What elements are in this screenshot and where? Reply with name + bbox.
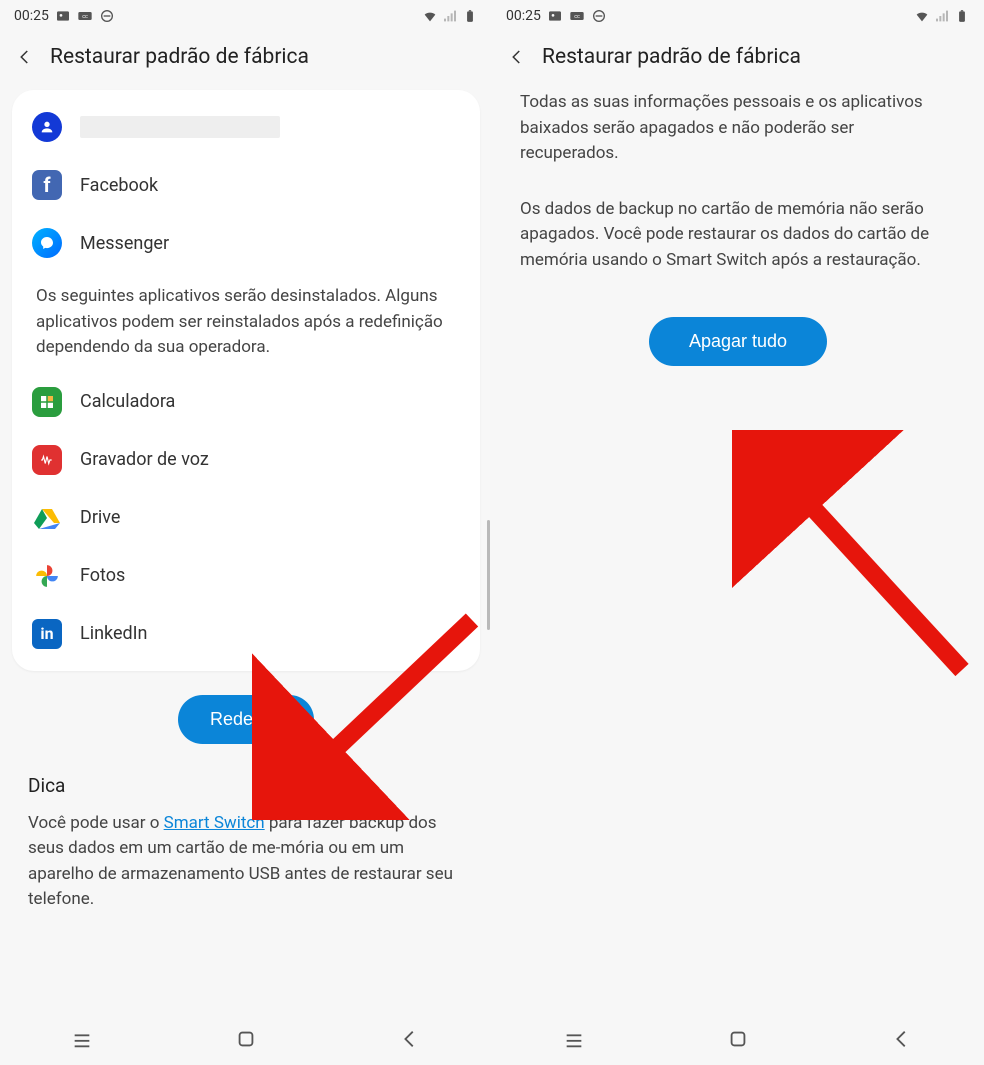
list-item: Messenger (12, 214, 480, 272)
back-button[interactable] (399, 1028, 421, 1054)
page-title: Restaurar padrão de fábrica (50, 45, 309, 69)
back-button[interactable] (891, 1028, 913, 1054)
page-header: Restaurar padrão de fábrica (0, 32, 492, 84)
back-chevron-icon[interactable] (16, 44, 34, 70)
list-item: Calculadora (12, 373, 480, 431)
battery-icon (462, 8, 478, 24)
app-label: Messenger (80, 233, 169, 254)
warning-paragraph-1: Todas as suas informações pessoais e os … (492, 84, 984, 177)
status-bar: 00:25 cc (0, 0, 492, 32)
list-item: Gravador de voz (12, 431, 480, 489)
cc-icon: cc (77, 8, 93, 24)
wifi-icon (914, 8, 930, 24)
app-label: Drive (80, 507, 120, 528)
page-header: Restaurar padrão de fábrica (492, 32, 984, 84)
app-label: Gravador de voz (80, 449, 209, 470)
redacted-account-label (80, 116, 280, 138)
right-screenshot: 00:25 cc Restaurar p (492, 0, 984, 1065)
navigation-bar (0, 1017, 492, 1065)
tip-heading: Dica (0, 762, 492, 801)
erase-all-button[interactable]: Apagar tudo (649, 317, 827, 366)
status-left: 00:25 cc (506, 8, 607, 24)
scrollbar-thumb[interactable] (487, 520, 490, 630)
home-button[interactable] (727, 1028, 749, 1054)
image-icon (55, 8, 71, 24)
status-right (914, 8, 970, 24)
annotation-arrow-icon (732, 430, 972, 680)
wifi-icon (422, 8, 438, 24)
calculator-icon (32, 387, 62, 417)
recents-button[interactable] (71, 1028, 93, 1054)
home-button[interactable] (235, 1028, 257, 1054)
recents-button[interactable] (563, 1028, 585, 1054)
battery-icon (954, 8, 970, 24)
signal-icon (934, 8, 950, 24)
status-right (422, 8, 478, 24)
app-label: LinkedIn (80, 623, 148, 644)
minus-circle-icon (99, 8, 115, 24)
clock: 00:25 (14, 8, 49, 24)
signal-icon (442, 8, 458, 24)
back-chevron-icon[interactable] (508, 44, 526, 70)
list-item: Drive (12, 489, 480, 547)
tip-before: Você pode usar o (28, 813, 164, 833)
drive-icon (32, 503, 62, 533)
page-title: Restaurar padrão de fábrica (542, 45, 801, 69)
list-item: in LinkedIn (12, 605, 480, 663)
left-screenshot: 00:25 cc Restaura (0, 0, 492, 1065)
list-item (12, 98, 480, 156)
status-bar: 00:25 cc (492, 0, 984, 32)
minus-circle-icon (591, 8, 607, 24)
smart-switch-link[interactable]: Smart Switch (164, 813, 265, 833)
apps-card: f Facebook Messenger Os seguintes aplica… (12, 90, 480, 671)
clock: 00:25 (506, 8, 541, 24)
svg-text:cc: cc (82, 14, 88, 20)
app-label: Facebook (80, 175, 158, 196)
image-icon (547, 8, 563, 24)
account-icon (32, 112, 62, 142)
cc-icon: cc (569, 8, 585, 24)
status-left: 00:25 cc (14, 8, 115, 24)
list-item: f Facebook (12, 156, 480, 214)
warning-paragraph-2: Os dados de backup no cartão de memória … (492, 177, 984, 284)
app-label: Fotos (80, 565, 125, 586)
voicerecorder-icon (32, 445, 62, 475)
facebook-icon: f (32, 170, 62, 200)
navigation-bar (492, 1017, 984, 1065)
linkedin-icon: in (32, 619, 62, 649)
app-label: Calculadora (80, 391, 175, 412)
reset-button[interactable]: Redefinir (178, 695, 314, 744)
tip-text: Você pode usar o Smart Switch para fazer… (0, 801, 492, 923)
messenger-icon (32, 228, 62, 258)
apps-uninstall-notice: Os seguintes aplicativos serão desinstal… (12, 272, 480, 373)
photos-icon (32, 561, 62, 591)
list-item: Fotos (12, 547, 480, 605)
svg-text:cc: cc (574, 14, 580, 20)
